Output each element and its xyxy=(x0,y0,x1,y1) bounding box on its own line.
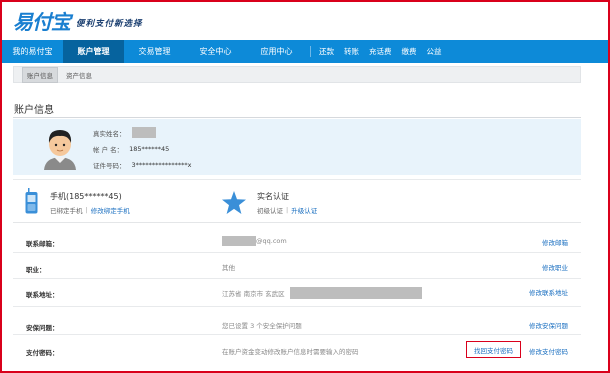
nav-security-center[interactable]: 安全中心 xyxy=(185,40,246,63)
separator: | xyxy=(286,206,289,214)
nav-repay[interactable]: 还款 xyxy=(314,40,339,63)
tab-account-info[interactable]: 账户信息 xyxy=(22,66,58,83)
realname-status: 初级认证 xyxy=(257,207,283,215)
nav-charity[interactable]: 公益 xyxy=(422,40,447,63)
main-nav: 我的易付宝 账户管理 交易管理 安全中心 应用中心 还款 转账 充话费 缴费 公… xyxy=(2,40,608,63)
account-name-row: 帐 户 名： 185******45 xyxy=(93,144,169,154)
address-masked xyxy=(289,287,422,299)
nav-transactions[interactable]: 交易管理 xyxy=(124,40,185,63)
divider xyxy=(13,117,581,118)
email-masked xyxy=(222,236,256,246)
change-address-link[interactable]: 修改联系地址 xyxy=(529,287,568,297)
star-icon xyxy=(222,191,246,214)
separator: | xyxy=(85,206,88,214)
realname-status-row: 初级认证 | 升级认证 xyxy=(257,205,317,215)
id-number-label: 证件号码： xyxy=(93,162,126,170)
phone-status: 已绑定手机 xyxy=(50,207,83,215)
account-name-label: 帐 户 名： xyxy=(93,146,124,154)
nav-separator xyxy=(310,46,311,57)
upgrade-verification-link[interactable]: 升级认证 xyxy=(291,205,317,215)
sub-tabs: 账户信息 资产信息 xyxy=(13,66,581,83)
divider xyxy=(13,252,581,253)
realname-title: 实名认证 xyxy=(257,192,289,201)
mobile-phone-icon xyxy=(25,188,38,214)
id-number-row: 证件号码： 3****************x xyxy=(93,160,191,170)
divider xyxy=(13,306,581,307)
logo[interactable]: 易付宝 便利支付新选择 xyxy=(13,6,143,34)
email-value: @qq.com xyxy=(256,237,287,245)
real-name-row: 真实姓名： xyxy=(93,127,156,138)
id-number-value: 3****************x xyxy=(131,161,192,169)
address-value: 江苏省 南京市 玄武区 xyxy=(222,290,285,298)
nav-transfer[interactable]: 转账 xyxy=(339,40,364,63)
change-security-question-link[interactable]: 修改安保问题 xyxy=(529,320,568,330)
real-name-label: 真实姓名： xyxy=(93,129,126,138)
page-title: 账户信息 xyxy=(14,105,54,116)
phone-title: 手机(185******45) xyxy=(50,192,122,201)
logo-slogan: 便利支付新选择 xyxy=(76,19,143,29)
retrieve-pay-password-button[interactable]: 找回支付密码 xyxy=(466,341,521,358)
email-label: 联系邮箱： xyxy=(26,240,59,248)
tab-asset-info[interactable]: 资产信息 xyxy=(62,68,96,82)
change-email-link[interactable]: 修改邮箱 xyxy=(542,237,568,247)
divider xyxy=(13,179,581,180)
job-label: 职业： xyxy=(26,266,46,274)
change-phone-link[interactable]: 修改绑定手机 xyxy=(91,205,130,215)
nav-app-center[interactable]: 应用中心 xyxy=(246,40,307,63)
address-label: 联系地址： xyxy=(26,291,59,299)
pay-password-label: 支付密码： xyxy=(26,349,59,357)
pay-password-desc: 在账户资金变动修改账户信息时需要输入的密码 xyxy=(222,348,359,356)
job-value: 其他 xyxy=(222,264,235,272)
avatar xyxy=(44,130,76,170)
nav-my-account[interactable]: 我的易付宝 xyxy=(2,40,63,63)
profile-card: 真实姓名： 帐 户 名： 185******45 证件号码： 3********… xyxy=(13,119,581,175)
email-value-row: @qq.com xyxy=(222,236,287,246)
account-name-value: 185******45 xyxy=(129,145,170,153)
divider xyxy=(13,334,581,335)
address-value-row: 江苏省 南京市 玄武区 xyxy=(222,287,422,299)
real-name-masked xyxy=(131,127,156,138)
logo-name: 易付宝 xyxy=(13,9,71,34)
divider xyxy=(13,278,581,279)
security-question-label: 安保问题： xyxy=(26,324,59,332)
security-question-value: 您已设置 3 个安全保护问题 xyxy=(222,322,302,330)
nav-account-management[interactable]: 账户管理 xyxy=(63,40,124,63)
nav-topup[interactable]: 充话费 xyxy=(364,40,397,63)
change-pay-password-link[interactable]: 修改支付密码 xyxy=(529,346,568,356)
divider xyxy=(13,222,581,223)
phone-status-row: 已绑定手机 | 修改绑定手机 xyxy=(50,205,130,215)
change-job-link[interactable]: 修改职业 xyxy=(542,262,568,272)
nav-bills[interactable]: 缴费 xyxy=(397,40,422,63)
